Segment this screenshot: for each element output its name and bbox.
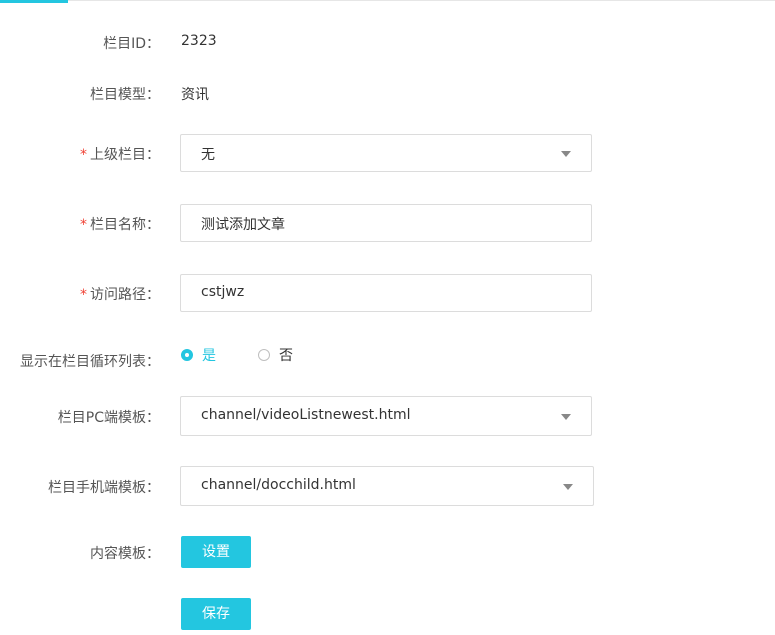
parent-column-selected-value: 无 xyxy=(201,147,215,163)
column-model-value: 资讯 xyxy=(181,87,209,103)
radio-no[interactable]: 否 xyxy=(258,345,293,365)
required-mark: * xyxy=(80,287,87,303)
radio-checked-icon xyxy=(181,349,193,361)
pc-template-selected-value: channel/videoListnewest.html xyxy=(201,407,411,423)
mobile-template-select[interactable]: channel/docchild.html xyxy=(180,466,594,506)
pc-template-label: 栏目PC端模板： xyxy=(57,410,160,426)
chevron-down-icon xyxy=(561,151,571,157)
column-name-label-text: 栏目名称： xyxy=(90,217,160,233)
access-path-label: * 访问路径： xyxy=(0,284,160,304)
required-mark: * xyxy=(80,147,87,163)
show-in-loop-label: 显示在栏目循环列表： xyxy=(20,354,160,370)
tab-bar-divider xyxy=(0,0,775,1)
radio-no-label: 否 xyxy=(279,348,293,364)
column-id-label: 栏目ID： xyxy=(103,36,160,52)
chevron-down-icon xyxy=(563,484,573,490)
content-template-settings-button[interactable]: 设置 xyxy=(181,536,251,568)
mobile-template-selected-value: channel/docchild.html xyxy=(201,477,356,493)
parent-column-label-text: 上级栏目： xyxy=(90,147,160,163)
column-model-label: 栏目模型： xyxy=(90,87,160,103)
access-path-input-value: cstjwz xyxy=(201,284,245,300)
mobile-template-label: 栏目手机端模板： xyxy=(48,480,160,496)
access-path-input[interactable]: cstjwz xyxy=(180,274,592,312)
radio-yes-label: 是 xyxy=(202,348,216,364)
access-path-label-text: 访问路径： xyxy=(90,287,160,303)
column-id-value: 2323 xyxy=(181,33,217,49)
column-name-label: * 栏目名称： xyxy=(0,214,160,234)
active-tab-indicator xyxy=(0,0,68,3)
save-button[interactable]: 保存 xyxy=(181,598,251,630)
chevron-down-icon xyxy=(561,414,571,420)
required-mark: * xyxy=(80,217,87,233)
radio-unchecked-icon xyxy=(258,349,270,361)
parent-column-label: * 上级栏目： xyxy=(0,144,160,164)
parent-column-select[interactable]: 无 xyxy=(180,134,592,172)
column-name-input-value: 测试添加文章 xyxy=(201,217,285,233)
content-template-label: 内容模板： xyxy=(90,546,160,562)
pc-template-select[interactable]: channel/videoListnewest.html xyxy=(180,396,592,436)
column-name-input[interactable]: 测试添加文章 xyxy=(180,204,592,242)
radio-yes[interactable]: 是 xyxy=(181,345,216,365)
